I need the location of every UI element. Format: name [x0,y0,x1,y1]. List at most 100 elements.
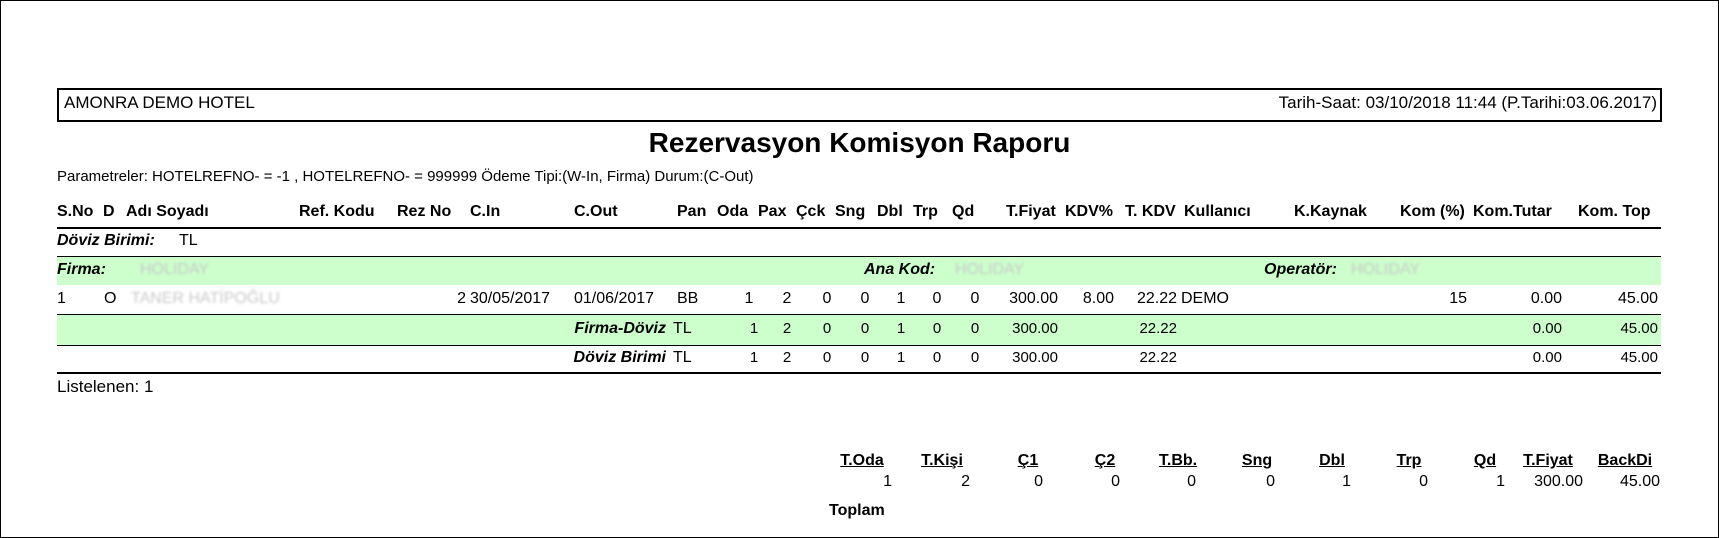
summary-value-tkisi: 2 [961,473,970,490]
col-tfiyat: T.Fiyat [1006,203,1056,220]
col-cout: C.Out [574,203,618,220]
col-qd: Qd [952,203,975,220]
firma-doviz-qd: 0 [970,320,980,337]
currency-group-value: TL [179,232,198,249]
summary-header-sng: Sng [1241,452,1273,469]
col-sng: Sng [835,203,866,220]
row-tkdv: 22.22 [1136,290,1177,307]
firma-doviz-tkdv: 22.22 [1139,320,1177,337]
col-oda: Oda [717,203,749,220]
col-dbl: Dbl [877,203,903,220]
report-datetime: Tarih-Saat: 03/10/2018 11:44 (P.Tarihi:0… [1278,93,1657,112]
summary-value-sng: 0 [1266,473,1275,490]
col-kom-pct: Kom (%) [1400,203,1465,220]
row-rezno: 2 [457,290,466,307]
summary-value-c1: 0 [1034,473,1043,490]
doviz-birimi-tkdv: 22.22 [1139,349,1177,366]
summary-value-tfiyat: 300.00 [1534,473,1583,490]
ana-kod-label: Ana Kod: [864,261,936,278]
summary-value-tbb: 0 [1187,473,1196,490]
summary-header-qd: Qd [1473,452,1497,469]
col-tkdv: T. KDV [1125,203,1176,220]
col-rezno: Rez No [397,203,452,220]
row-pan: BB [677,290,699,307]
header-divider [57,227,1661,229]
row-user: DEMO [1181,290,1229,307]
summary-header-trp: Trp [1396,452,1422,469]
summary-value-backdi: 45.00 [1619,473,1660,490]
col-pax: Pax [758,203,787,220]
summary-header-dbl: Dbl [1319,452,1345,469]
row-oda: 1 [744,290,754,307]
firma-doviz-cck: 0 [822,320,832,337]
col-kaynak: K.Kaynak [1294,203,1367,220]
row-tfiyat: 300.00 [1009,290,1058,307]
col-d: D [103,203,115,220]
firma-doviz-pax: 2 [782,320,792,337]
firma-group-row [57,257,1661,285]
col-pan: Pan [677,203,707,220]
row-cout: 01/06/2017 [574,290,655,307]
col-ref: Ref. Kodu [299,203,375,220]
doviz-birimi-dbl: 1 [896,349,906,366]
firma-value: HOLIDAY [140,261,210,278]
summary-header-c1: Ç1 [1017,452,1039,469]
doviz-birimi-pax: 2 [782,349,792,366]
summary-header-c2: Ç2 [1094,452,1116,469]
summary-value-qd: 1 [1496,473,1505,490]
col-kom-top: Kom. Top [1578,203,1651,220]
col-kom-tutar: Kom.Tutar [1473,203,1552,220]
summary-value-c2: 0 [1111,473,1120,490]
doviz-birimi-cur: TL [673,349,692,366]
col-user: Kullanıcı [1184,203,1251,220]
summary-header-tfiyat: T.Fiyat [1523,452,1573,469]
doviz-birimi-cck: 0 [822,349,832,366]
summary-header-tbb: T.Bb. [1158,452,1198,469]
row-cck: 0 [822,290,832,307]
firma-doviz-tfiyat: 300.00 [1012,320,1058,337]
summary-total-label: Toplam [829,502,885,519]
summary-header-backdi: BackDi [1597,452,1653,469]
firma-doviz-trp: 0 [932,320,942,337]
firma-doviz-oda: 1 [749,320,759,337]
hotel-name: AMONRA DEMO HOTEL [64,93,255,112]
row-pax: 2 [782,290,792,307]
firma-doviz-dbl: 1 [896,320,906,337]
ana-kod-value: HOLIDAY [955,261,1025,278]
report-title: Rezervasyon Komisyon Raporu [648,127,1071,158]
doviz-birimi-tfiyat: 300.00 [1012,349,1058,366]
row-kom-pct: 15 [1449,290,1467,307]
col-cck: Çck [796,203,826,220]
row-sno: 1 [57,290,66,307]
row-dbl: 1 [896,290,906,307]
row-name: TANER HATİPOĞLU [131,290,280,307]
row-sng: 0 [860,290,870,307]
doviz-birimi-kom-tutar: 0.00 [1532,349,1562,366]
col-kdv: KDV% [1065,203,1114,220]
firma-doviz-label: Firma-Döviz [574,320,666,337]
firma-doviz-kom-tutar: 0.00 [1532,320,1562,337]
summary-value-trp: 0 [1419,473,1428,490]
row-kom-top: 45.00 [1617,290,1658,307]
operator-value: HOLIDAY [1351,261,1421,278]
row-qd: 0 [970,290,980,307]
row-d: O [104,290,117,307]
report-parameters: Parametreler: HOTELREFNO- = -1 , HOTELRE… [57,168,754,185]
summary-header-toda: T.Oda [840,452,884,469]
row-kdv: 8.00 [1082,290,1114,307]
col-cin: C.In [470,203,501,220]
firma-doviz-sng: 0 [860,320,870,337]
doviz-birimi-trp: 0 [932,349,942,366]
col-trp: Trp [913,203,938,220]
doviz-birimi-sng: 0 [860,349,870,366]
firma-doviz-kom-top: 45.00 [1620,320,1658,337]
row-trp: 0 [932,290,942,307]
firma-doviz-cur: TL [673,320,692,337]
summary-value-dbl: 1 [1342,473,1351,490]
doviz-birimi-qd: 0 [970,349,980,366]
currency-group-label: Döviz Birimi: [57,232,155,249]
doviz-birimi-label: Döviz Birimi [573,349,666,366]
col-name: Adı Soyadı [126,203,209,220]
table-end-divider [57,372,1661,374]
summary-value-toda: 1 [883,473,892,490]
